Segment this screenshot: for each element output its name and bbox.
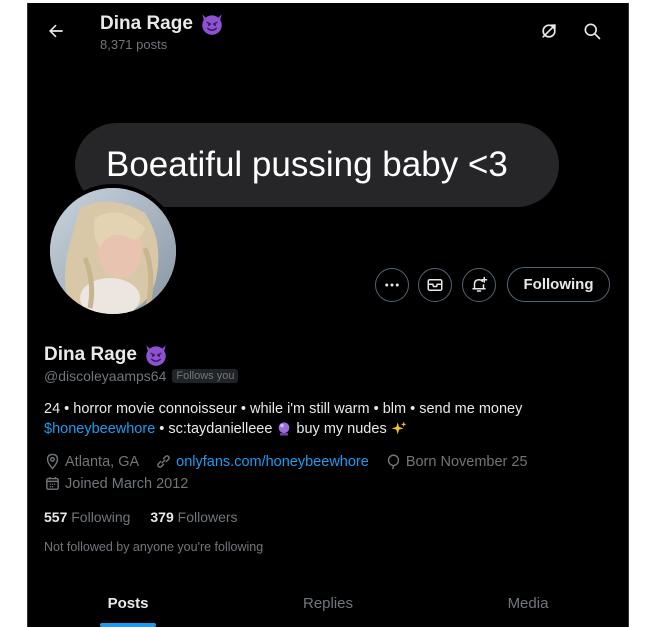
not-followed-text: Not followed by anyone you're following (44, 540, 264, 554)
website-item: onlyfans.com/honeybeewhore (155, 453, 369, 470)
profile-page: Dina Rage 8,371 posts Boeatiful pussing … (27, 3, 629, 627)
tab-posts[interactable]: Posts (28, 579, 228, 627)
bio-nudes-text: buy my nudes (292, 421, 391, 437)
follows-you-badge: Follows you (172, 369, 239, 383)
subscribe-button[interactable] (533, 15, 565, 47)
followers-stat[interactable]: 379 Followers (150, 509, 237, 525)
message-button[interactable] (418, 268, 452, 302)
link-icon (157, 455, 171, 468)
more-button[interactable] (375, 268, 409, 302)
birthday-icon (387, 454, 399, 470)
tab-label: Posts (107, 594, 149, 612)
profile-handle: @discoleyaamps64 (44, 368, 167, 384)
tab-label: Media (507, 594, 549, 612)
profile-bio: 24 • horror movie connoisseur • while i'… (44, 399, 614, 439)
header-name: Dina Rage (100, 13, 193, 34)
following-stat[interactable]: 557 Following (44, 509, 130, 525)
devil-emoji-icon (202, 14, 222, 35)
location-icon (46, 453, 59, 470)
tab-replies[interactable]: Replies (228, 579, 428, 627)
following-count: 557 (44, 509, 68, 525)
profile-stats: 557 Following 379 Followers (44, 509, 238, 525)
profile-handle-row: @discoleyaamps64 Follows you (44, 368, 239, 384)
notify-button[interactable] (462, 268, 496, 302)
calendar-icon (46, 477, 59, 490)
bio-line-1: 24 • horror movie connoisseur • while i'… (44, 401, 523, 417)
following-label: Following (71, 509, 131, 525)
joined-item: Joined March 2012 (44, 475, 188, 492)
active-tab-indicator (100, 623, 156, 627)
back-button[interactable] (42, 17, 70, 45)
profile-tabs: Posts Replies Media (28, 579, 628, 627)
tab-label: Replies (302, 594, 354, 612)
top-bar: Dina Rage 8,371 posts (28, 3, 628, 58)
more-icon (385, 283, 399, 287)
avatar-photo (50, 188, 176, 314)
message-icon (427, 279, 443, 291)
crystal-ball-emoji-icon (279, 422, 290, 436)
bio-snapchat-text: • sc:taydanielleee (155, 421, 273, 437)
location-text: Atlanta, GA (65, 453, 140, 470)
header-name-row: Dina Rage (100, 11, 225, 37)
profile-meta-row: Atlanta, GA onlyfans.com/honeybeewhore B… (44, 453, 528, 470)
sparkles-emoji-icon (391, 421, 407, 435)
following-button[interactable]: Following (507, 267, 610, 302)
search-icon (584, 23, 601, 40)
bio-line-2: $honeybeewhore • sc:taydanielleee buy my… (44, 419, 614, 439)
notify-icon (472, 276, 488, 292)
followers-label: Followers (177, 509, 238, 525)
followers-count: 379 (150, 509, 174, 525)
birthday-text: Born November 25 (405, 453, 528, 470)
joined-text: Joined March 2012 (65, 475, 189, 492)
avatar[interactable] (46, 184, 180, 318)
profile-display-name: Dina Rage (44, 344, 137, 365)
website-link[interactable]: onlyfans.com/honeybeewhore (176, 454, 369, 470)
back-arrow-icon (49, 24, 63, 38)
subscribe-icon (542, 24, 556, 38)
devil-emoji-icon (146, 345, 166, 366)
location-item: Atlanta, GA (44, 453, 139, 470)
tab-media[interactable]: Media (428, 579, 628, 627)
profile-name-row: Dina Rage (44, 342, 169, 368)
birthday-item: Born November 25 (385, 453, 528, 470)
bio-cashtag-link[interactable]: $honeybeewhore (44, 419, 155, 439)
header-post-count: 8,371 posts (100, 37, 168, 52)
search-button[interactable] (576, 15, 608, 47)
